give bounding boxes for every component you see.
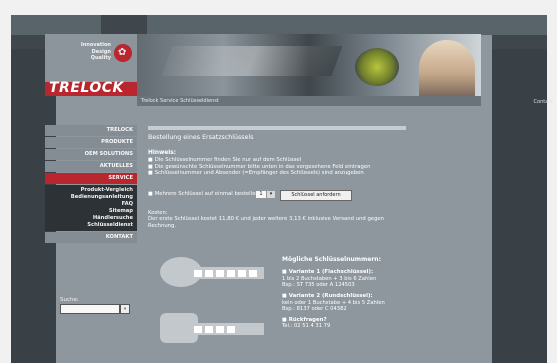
hint-line: ■ Schlüsselnummer und Absender (=Empfänge… [148, 170, 478, 177]
nav-item-trelock[interactable]: TRELOCK [45, 125, 137, 136]
nav-sub-haendlersuche[interactable]: Händlersuche [45, 215, 133, 222]
variant-example: Bsp.: ST 735 oder A 124503 [282, 282, 355, 289]
nav-item-service[interactable]: SERVICE [45, 173, 137, 184]
bullet-icon: ■ [282, 269, 287, 275]
bullet-icon: ■ [148, 157, 153, 163]
search-label: Suche: [60, 297, 79, 303]
flat-key-illustration [160, 257, 270, 287]
nav-item-aktuelles[interactable]: AKTUELLES [45, 161, 137, 172]
chevron-down-icon[interactable]: ▾ [267, 191, 275, 198]
order-row: ■ Mehrere Schlüssel auf einmal bestellen:… [148, 190, 448, 201]
breadcrumb: Trelock Service Schlüsseldienst [141, 98, 219, 104]
search-button[interactable]: » [120, 304, 130, 314]
hint-text: Schlüsselnummer und Absender (=Empfänger… [154, 170, 364, 177]
contact-title-text: Rückfragen? [288, 316, 327, 323]
bike-lock-image [355, 48, 399, 86]
nav-sub-bedienungsanleitung[interactable]: Bedienungsanleitung [45, 194, 133, 201]
bullet-icon: ■ [148, 163, 153, 170]
key-slot [227, 270, 235, 277]
key-slot [194, 326, 202, 333]
top-band [11, 15, 547, 35]
key-slot [227, 326, 235, 333]
contact-title: ■ Rückfragen? [282, 317, 472, 324]
round-key-illustration [160, 313, 270, 343]
order-text: Mehrere Schlüssel auf einmal bestellen: [154, 191, 261, 197]
tagline: Innovation Design Quality [81, 42, 111, 62]
variant-title: ■ Variante 1 (Flachschlüssel): [282, 269, 472, 276]
bullet-icon: ■ [282, 292, 287, 299]
bullet-icon: ■ [282, 316, 287, 323]
hint-label: Hinweis: [148, 150, 177, 156]
variant-title: ■ Variante 2 (Rundschlüssel): [282, 293, 472, 300]
trelock-emblem-icon: ✿ [114, 44, 132, 62]
main-content: Bestellung eines Ersatzschlüssels Hinwei… [148, 126, 478, 229]
bullet-icon: ■ [148, 170, 153, 177]
variant-title-text: Variante 1 (Flachschlüssel): [288, 269, 374, 275]
key-slot [205, 326, 213, 333]
header-banner [137, 34, 481, 96]
nav-item-kontakt[interactable]: KONTAKT [45, 232, 137, 243]
nav-sub-schluesseldienst[interactable]: Schlüsseldienst [45, 222, 133, 229]
nav-sub-faq[interactable]: FAQ [45, 201, 133, 208]
search-input[interactable] [60, 304, 120, 314]
brand-logo[interactable]: TRELOCK [49, 80, 124, 96]
quantity-select[interactable]: 1 [256, 191, 266, 198]
variant-desc: 1 bis 2 Buchstaben + 3 bis 6 Zahlen Bsp.:… [282, 276, 472, 289]
key-slot [194, 270, 202, 277]
bullet-icon: ■ [148, 191, 153, 197]
hint-line: ■ Die gewünschte Schlüsselnummer bitte un… [148, 164, 478, 171]
variant-title-text: Variante 2 (Rundschlüssel): [288, 292, 373, 299]
contact-phone: Tel.: 02 51 4 31 79 [282, 323, 331, 330]
hint-text: Die Schlüsselnummer finden Sie nur auf d… [154, 157, 302, 163]
key-numbers-heading: Mögliche Schlüsselnummern: [282, 256, 381, 263]
brand-bar[interactable]: TRELOCK [45, 80, 137, 96]
breadcrumb-bar: Trelock Service Schlüsseldienst [137, 96, 481, 106]
top-dark-column [101, 15, 147, 35]
hint-text: Die gewünschte Schlüsselnummer bitte unt… [154, 163, 371, 170]
key-slot [216, 270, 224, 277]
key-slot [238, 270, 246, 277]
page-title: Bestellung eines Ersatzschlüssels [148, 134, 254, 141]
banner-decoration [161, 46, 343, 76]
nav-item-produkte[interactable]: PRODUKTE [45, 137, 137, 148]
costs-line: Rechnung. [148, 222, 177, 229]
order-label: ■ Mehrere Schlüssel auf einmal bestellen: [148, 191, 261, 197]
costs-section: Kosten: Der erste Schlüssel kostet 11,80… [148, 210, 468, 229]
nav-item-oem-solutions[interactable]: OEM SOLUTIONS [45, 149, 137, 160]
variant-example: Bsp.: 8137 oder C 04382 [282, 306, 347, 313]
key-slot [205, 270, 213, 277]
hint-line: ■ Die Schlüsselnummer finden Sie nur auf … [148, 157, 478, 164]
sidebar-nav: TRELOCK PRODUKTE OEM SOLUTIONS AKTUELLES… [45, 125, 137, 244]
key-slot [249, 270, 257, 277]
key-numbers-section: Mögliche Schlüsselnummern: ■ Variante 1 (… [282, 256, 472, 334]
tagline-line: Quality [90, 55, 111, 61]
service-submenu: Produkt-Vergleich Bedienungsanleitung FA… [45, 185, 137, 231]
contact-link[interactable]: Contact [534, 99, 553, 105]
tagline-line: Innovation [80, 42, 111, 48]
nav-sub-produkt-vergleich[interactable]: Produkt-Vergleich [45, 187, 133, 194]
people-photo [419, 40, 475, 96]
title-underline [148, 126, 406, 130]
order-key-button[interactable]: Schlüssel anfordern [280, 190, 352, 201]
nav-sub-sitemap[interactable]: Sitemap [45, 208, 133, 215]
key-slot [216, 326, 224, 333]
variant-desc: kein oder 1 Buchstabe + 4 bis 5 Zahlen Bs… [282, 300, 472, 313]
